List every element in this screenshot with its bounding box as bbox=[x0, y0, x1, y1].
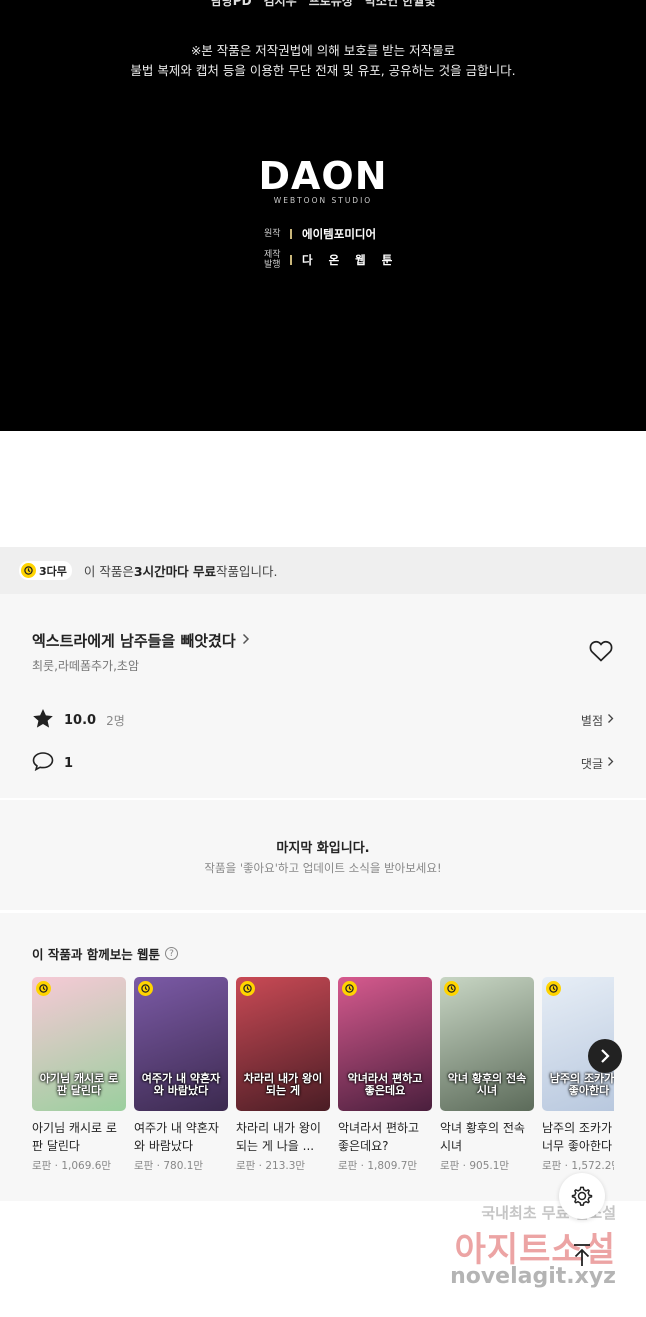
work-authors: 최룻,라떼폼추가,초암 bbox=[32, 659, 139, 673]
cover-title-art: 악녀 황후의 전속 시녀 bbox=[447, 1072, 527, 1097]
recommendation-card[interactable]: 악녀라서 편하고 좋은데요악녀라서 편하고 좋은데요? 로판 · 1,809.7만 bbox=[338, 977, 432, 1173]
chevron-right-icon bbox=[607, 756, 614, 771]
recommendation-cover: 아기님 캐시로 로판 달린다 bbox=[32, 977, 126, 1111]
like-heart-icon[interactable] bbox=[589, 640, 613, 666]
recommendation-card[interactable]: 차라리 내가 왕이 되는 게차라리 내가 왕이 되는 게 나을 ... 로판 · … bbox=[236, 977, 330, 1173]
cover-title-art: 악녀라서 편하고 좋은데요 bbox=[347, 1072, 423, 1097]
copyright-line: 불법 복제와 캡처 등을 이용한 무단 전재 및 유포, 공유하는 것을 금합니… bbox=[130, 63, 516, 78]
staff-role: 원작 bbox=[264, 229, 281, 239]
staff-production: 제작 발행 다 온 웹 툰 bbox=[264, 250, 404, 270]
copyright-notice: ※본 작품은 저작권법에 의해 보호를 받는 저작물로 불법 복제와 캡처 등을… bbox=[0, 41, 646, 81]
comments-link[interactable]: 댓글 bbox=[581, 755, 614, 772]
cover-title-art: 아기님 캐시로 로판 달린다 bbox=[39, 1072, 119, 1097]
work-title: 엑스트라에게 남주들을 빼앗겼다 bbox=[32, 632, 236, 650]
recommendation-cover: 악녀 황후의 전속 시녀 bbox=[440, 977, 534, 1111]
recommendations-title: 이 작품과 함께보는 웹툰 bbox=[32, 947, 161, 962]
clock-icon bbox=[138, 981, 153, 996]
comment-bubble-icon bbox=[32, 751, 54, 775]
viewer-page: 담당PD 김지우 프로듀싱 박소연 한월빛 ※본 작품은 저작권법에 의해 보호를 받… bbox=[0, 0, 646, 1317]
recommendation-meta: 로판 · 905.1만 bbox=[440, 1160, 510, 1172]
free-every-3-hours-banner: 3다무 이 작품은 3시간마다 무료 작품입니다. bbox=[0, 547, 646, 594]
recommendation-cover: 차라리 내가 왕이 되는 게 bbox=[236, 977, 330, 1111]
credit-role: 프로듀싱 bbox=[308, 0, 353, 8]
copyright-line: ※본 작품은 저작권법에 의해 보호를 받는 저작물로 bbox=[190, 43, 456, 58]
recommendation-card[interactable]: 남주의 조카가 날 좋아한다남주의 조카가 날 너무 좋아한다로판 · 1,57… bbox=[542, 977, 614, 1173]
comments-row: 1 댓글 bbox=[32, 751, 614, 775]
carousel-next-button[interactable] bbox=[588, 1039, 622, 1073]
staff-original: 원작 에이템포미디어 bbox=[264, 226, 404, 242]
banner-text-bold: 3시간마다 무료 bbox=[133, 564, 216, 579]
help-icon[interactable]: ? bbox=[165, 947, 179, 960]
last-episode-subtitle: 작품을 '좋아요'하고 업데이트 소식을 받아보세요! bbox=[204, 861, 442, 875]
clock-icon bbox=[444, 981, 459, 996]
gear-icon bbox=[571, 1186, 593, 1206]
studio-logo: DAON WEBTOON STUDIO bbox=[0, 156, 646, 205]
recommendation-card[interactable]: 악녀 황후의 전속 시녀 악녀 황후의 전속 시녀 로판 · 905.1만 bbox=[440, 977, 534, 1173]
recommendation-cover: 악녀라서 편하고 좋은데요 bbox=[338, 977, 432, 1111]
credit-value: 김지우 bbox=[263, 0, 297, 8]
rating-link-label: 별점 bbox=[580, 714, 603, 728]
rating-link[interactable]: 별점 bbox=[581, 712, 614, 729]
staff-value: 다 온 웹 툰 bbox=[302, 253, 399, 267]
recommendations-section: 이 작품과 함께보는 웹툰 ? 아기님 캐시로 로판 달린다 아기님 캐시로 로판… bbox=[0, 913, 646, 1201]
recommendation-title: 아기님 캐시로 로판 달린다 bbox=[32, 1121, 117, 1153]
rater-count: 2명 bbox=[106, 714, 125, 728]
recommendation-meta: 로판 · 1,069.6만 bbox=[32, 1160, 112, 1172]
recommendation-meta: 로판 · 1,809.7만 bbox=[338, 1160, 418, 1172]
clock-icon bbox=[342, 981, 357, 996]
banner-text-suffix: 작품입니다. bbox=[215, 564, 278, 579]
banner-text-prefix: 이 작품은 bbox=[83, 564, 134, 579]
chevron-right-icon bbox=[242, 633, 250, 649]
divider bbox=[290, 229, 292, 239]
arrow-up-icon bbox=[574, 1244, 590, 1266]
comment-count: 1 bbox=[64, 755, 74, 771]
last-episode-title: 마지막 화입니다. bbox=[276, 841, 370, 856]
chevron-right-icon bbox=[601, 1049, 610, 1063]
divider bbox=[290, 255, 292, 265]
scroll-to-top-button[interactable] bbox=[559, 1232, 605, 1278]
recommendation-title: 악녀 황후의 전속 시녀 bbox=[440, 1121, 525, 1153]
logo-subtitle: WEBTOON STUDIO bbox=[273, 196, 373, 205]
recommendation-title: 악녀라서 편하고 좋은데요? bbox=[338, 1121, 420, 1153]
recommendation-title: 여주가 내 약혼자와 바람났다 bbox=[134, 1121, 219, 1153]
cover-title-art: 차라리 내가 왕이 되는 게 bbox=[243, 1072, 323, 1097]
recommendation-card[interactable]: 여주가 내 약혼자와 바람났다 여주가 내 약혼자와 바람났다 로판 · 780.1… bbox=[134, 977, 228, 1173]
recommendation-title: 남주의 조카가 날 너무 좋아한다 bbox=[542, 1121, 614, 1153]
recommendation-carousel: 아기님 캐시로 로판 달린다 아기님 캐시로 로판 달린다 로판 · 1,069.6… bbox=[32, 977, 614, 1192]
recommendation-meta: 로판 · 1,572.2만 bbox=[542, 1160, 614, 1172]
cover-title-art: 남주의 조카가 날 좋아한다 bbox=[549, 1072, 614, 1097]
recommendation-meta: 로판 · 213.3만 bbox=[236, 1160, 306, 1172]
recommendation-cover: 여주가 내 약혼자와 바람났다 bbox=[134, 977, 228, 1111]
clock-icon bbox=[36, 981, 51, 996]
clock-icon bbox=[240, 981, 255, 996]
staff-role: 제작 발행 bbox=[264, 250, 281, 270]
wait-free-badge: 3다무 bbox=[19, 561, 72, 580]
episode-end-card: 담당PD 김지우 프로듀싱 박소연 한월빛 ※본 작품은 저작권법에 의해 보호를 받… bbox=[0, 0, 646, 431]
credit-role: 담당PD bbox=[210, 0, 252, 8]
clock-icon bbox=[546, 981, 561, 996]
recommendation-title: 차라리 내가 왕이 되는 게 나을 ... bbox=[236, 1121, 321, 1153]
badge-label: 3다무 bbox=[39, 564, 67, 578]
recommendations-heading: 이 작품과 함께보는 웹툰 ? bbox=[32, 944, 179, 963]
last-episode-notice: 마지막 화입니다. 작품을 '좋아요'하고 업데이트 소식을 받아보세요! bbox=[0, 800, 646, 910]
work-info-panel: 엑스트라에게 남주들을 빼앗겼다 최룻,라떼폼추가,초암 10.0 2명 별점 bbox=[0, 594, 646, 798]
comments-link-label: 댓글 bbox=[580, 756, 603, 771]
rating-row: 10.0 2명 별점 bbox=[32, 708, 614, 733]
logo-wordmark: DAON bbox=[258, 154, 388, 198]
credits-line: 담당PD 김지우 프로듀싱 박소연 한월빛 bbox=[0, 0, 646, 9]
recommendation-meta: 로판 · 780.1만 bbox=[134, 1160, 204, 1172]
staff-value: 에이템포미디어 bbox=[302, 227, 377, 241]
recommendation-card[interactable]: 아기님 캐시로 로판 달린다 아기님 캐시로 로판 달린다 로판 · 1,069.6… bbox=[32, 977, 126, 1173]
cover-title-art: 여주가 내 약혼자와 바람났다 bbox=[141, 1072, 221, 1097]
chevron-right-icon bbox=[607, 713, 614, 728]
work-title-link[interactable]: 엑스트라에게 남주들을 빼앗겼다 bbox=[32, 630, 250, 651]
settings-button[interactable] bbox=[559, 1173, 605, 1219]
star-icon bbox=[32, 708, 54, 733]
credit-value: 박소연 한월빛 bbox=[364, 0, 436, 8]
rating-value: 10.0 bbox=[64, 713, 97, 728]
clock-icon bbox=[21, 563, 36, 578]
